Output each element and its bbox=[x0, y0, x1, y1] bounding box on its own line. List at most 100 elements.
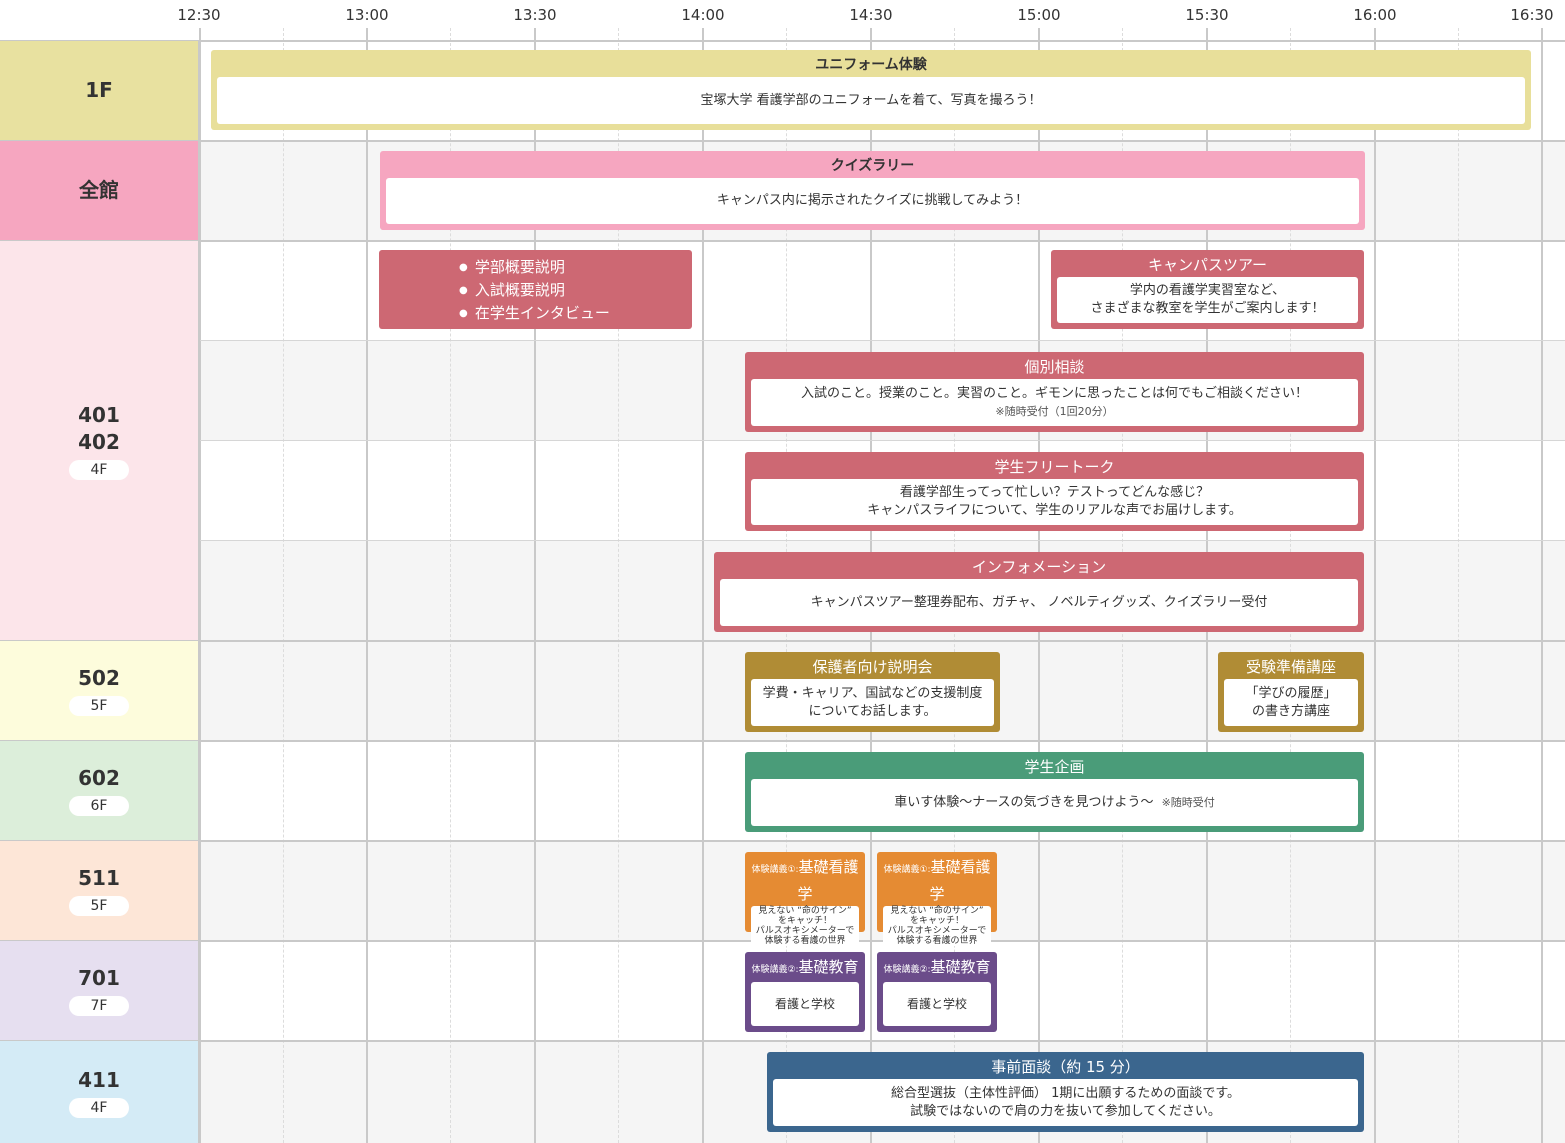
timetable: 12:30 13:00 13:30 14:00 14:30 15:00 15:3… bbox=[0, 0, 1565, 1143]
event-title: クイズラリー bbox=[830, 158, 915, 174]
event-desc-box: キャンパス内に掲示されたクイズに挑戦してみよう！ bbox=[386, 178, 1359, 224]
event-desc-box: 看護学部生ってって忙しい？テストってどんな感じ？ キャンパスライフについて、学生… bbox=[751, 479, 1358, 525]
event-student-plan[interactable]: 学生企画 車いす体験〜ナースの気づきを見つけよう〜 ※随時受付 bbox=[745, 752, 1364, 832]
sub-divider bbox=[200, 540, 1565, 541]
row-divider bbox=[0, 840, 1565, 842]
event-title: キャンパスツアー bbox=[1147, 256, 1268, 274]
room-name: 411 bbox=[78, 1067, 120, 1092]
event-uniform[interactable]: ユニフォーム体験 宝塚大学 看護学部のユニフォームを着て、写真を撮ろう！ bbox=[211, 50, 1531, 130]
event-desc: についてお話します。 bbox=[808, 703, 937, 719]
event-desc: キャンパス内に掲示されたクイズに挑戦してみよう！ bbox=[716, 193, 1029, 208]
event-title-line: 体験講義②:基礎教育 bbox=[883, 955, 991, 982]
event-desc: 学内の看護学実習室など、 bbox=[1129, 283, 1286, 298]
event-desc: 看護と学校 bbox=[906, 997, 967, 1011]
event-consultation[interactable]: 個別相談 入試のこと。授業のこと。実習のこと。ギモンに思ったことは何でもご相談く… bbox=[745, 352, 1364, 432]
event-desc-box: 学内の看護学実習室など、 さまざまな教室を学生がご案内します！ bbox=[1057, 277, 1358, 323]
row-label-401-402: 401 402 4F bbox=[0, 241, 200, 640]
row-divider bbox=[0, 640, 1565, 642]
time-tick: 15:30 bbox=[1185, 6, 1229, 24]
time-tick: 13:30 bbox=[513, 6, 557, 24]
room-name: 1F bbox=[85, 78, 113, 102]
event-briefing[interactable]: 学部概要説明 入試概要説明 在学生インタビュー bbox=[379, 250, 692, 329]
time-tick: 14:00 bbox=[681, 6, 725, 24]
time-tick: 16:30 bbox=[1510, 6, 1554, 24]
event-desc: 総合型選抜（主体性評価） 1期に出願するための面談です。 bbox=[890, 1085, 1241, 1101]
row-label-701: 701 7F bbox=[0, 941, 200, 1040]
event-exam-prep[interactable]: 受験準備講座 「学びの履歴」 の書き方講座 bbox=[1218, 652, 1364, 732]
event-lecture2-a[interactable]: 体験講義②:基礎教育 看護と学校 bbox=[745, 952, 865, 1032]
briefing-list: 学部概要説明 入試概要説明 在学生インタビュー bbox=[379, 250, 692, 325]
gridline bbox=[283, 28, 284, 1143]
event-prefix: 体験講義①: bbox=[751, 865, 799, 875]
floor-badge: 6F bbox=[69, 796, 129, 816]
event-title: 基礎教育 bbox=[930, 958, 991, 976]
event-title: 基礎看護学 bbox=[797, 858, 859, 903]
row-divider bbox=[0, 40, 1565, 42]
event-desc: 体験する看護の世界 bbox=[764, 936, 846, 946]
event-desc: キャンパスツアー整理券配布、ガチャ、 ノベルティグッズ、クイズラリー受付 bbox=[810, 594, 1268, 610]
event-desc: さまざまな教室を学生がご案内します！ bbox=[1090, 301, 1325, 316]
time-tick: 12:30 bbox=[177, 6, 221, 24]
event-desc: 入試のこと。授業のこと。実習のこと。ギモンに思ったことは何でもご相談ください！ bbox=[800, 385, 1308, 401]
gridline bbox=[366, 28, 368, 1143]
event-desc: 看護学部生ってって忙しい？テストってどんな感じ？ bbox=[899, 485, 1210, 500]
event-title: 受験準備講座 bbox=[1245, 658, 1336, 676]
event-desc: 体験する看護の世界 bbox=[896, 936, 978, 946]
row-label-1f: 1F bbox=[0, 41, 200, 140]
event-desc: キャンパスライフについて、学生のリアルな声でお届けします。 bbox=[867, 503, 1242, 518]
row-label-411: 411 4F bbox=[0, 1041, 200, 1143]
event-desc: をキャッチ！ bbox=[909, 916, 964, 926]
floor-badge: 4F bbox=[69, 1097, 129, 1118]
time-tick: 15:00 bbox=[1017, 6, 1061, 24]
event-title: インフォメーション bbox=[971, 558, 1107, 576]
row-divider bbox=[0, 240, 1565, 242]
room-name: 511 bbox=[78, 866, 120, 890]
event-interview[interactable]: 事前面談（約 15 分） 総合型選抜（主体性評価） 1期に出願するための面談です… bbox=[767, 1052, 1364, 1132]
event-title-line: 体験講義①:基礎看護学 bbox=[751, 855, 859, 906]
event-parents-briefing[interactable]: 保護者向け説明会 学費・キャリア、国試などの支援制度 についてお話します。 bbox=[745, 652, 1000, 732]
event-title: 保護者向け説明会 bbox=[812, 658, 933, 676]
event-desc: 車いす体験〜ナースの気づきを見つけよう〜 bbox=[894, 794, 1154, 810]
event-information[interactable]: インフォメーション キャンパスツアー整理券配布、ガチャ、 ノベルティグッズ、クイ… bbox=[714, 552, 1364, 632]
event-title: 学生企画 bbox=[1024, 758, 1085, 776]
event-desc-box: 看護と学校 bbox=[883, 982, 991, 1026]
event-campus-tour[interactable]: キャンパスツアー 学内の看護学実習室など、 さまざまな教室を学生がご案内します！ bbox=[1051, 250, 1364, 329]
floor-badge: 4F bbox=[69, 459, 129, 480]
event-desc-box: 車いす体験〜ナースの気づきを見つけよう〜 ※随時受付 bbox=[751, 779, 1358, 826]
event-desc-box: キャンパスツアー整理券配布、ガチャ、 ノベルティグッズ、クイズラリー受付 bbox=[720, 579, 1358, 626]
room-name: 502 bbox=[78, 666, 120, 690]
event-desc-box: 学費・キャリア、国試などの支援制度 についてお話します。 bbox=[751, 679, 994, 726]
event-lecture2-b[interactable]: 体験講義②:基礎教育 看護と学校 bbox=[877, 952, 997, 1032]
event-desc: 宝塚大学 看護学部のユニフォームを着て、写真を撮ろう！ bbox=[700, 92, 1042, 108]
event-desc-box: 入試のこと。授業のこと。実習のこと。ギモンに思ったことは何でもご相談ください！ … bbox=[751, 379, 1358, 426]
event-note: ※随時受付 bbox=[1161, 795, 1215, 809]
event-lecture1-b[interactable]: 体験講義①:基礎看護学 見えない “命のサイン” をキャッチ！ パルスオキシメー… bbox=[877, 852, 997, 946]
event-desc-box: 見えない “命のサイン” をキャッチ！ パルスオキシメーターで 体験する看護の世… bbox=[883, 906, 991, 946]
event-quiz[interactable]: クイズラリー キャンパス内に掲示されたクイズに挑戦してみよう！ bbox=[380, 151, 1365, 230]
event-desc-box: 看護と学校 bbox=[751, 982, 859, 1026]
event-desc: パルスオキシメーターで bbox=[887, 926, 987, 936]
event-note: ※随時受付（1回20分） bbox=[995, 404, 1114, 418]
time-tick: 13:00 bbox=[345, 6, 389, 24]
briefing-item: 入試概要説明 bbox=[459, 279, 692, 302]
row-label-all: 全館 bbox=[0, 141, 200, 240]
event-desc-box: 総合型選抜（主体性評価） 1期に出願するための面談です。 試験ではないので肩の力… bbox=[773, 1079, 1358, 1126]
time-tick: 16:00 bbox=[1353, 6, 1397, 24]
event-lecture1-a[interactable]: 体験講義①:基礎看護学 見えない “命のサイン” をキャッチ！ パルスオキシメー… bbox=[745, 852, 865, 946]
room-name: 701 bbox=[78, 966, 120, 990]
event-title: 事前面談（約 15 分） bbox=[991, 1058, 1140, 1076]
row-divider bbox=[0, 1040, 1565, 1042]
sub-divider bbox=[200, 440, 1565, 441]
event-desc: 学費・キャリア、国試などの支援制度 bbox=[762, 685, 983, 701]
event-title: ユニフォーム体験 bbox=[815, 57, 927, 73]
event-free-talk[interactable]: 学生フリートーク 看護学部生ってって忙しい？テストってどんな感じ？ キャンパスラ… bbox=[745, 452, 1364, 531]
floor-badge: 7F bbox=[69, 996, 129, 1016]
row-divider bbox=[0, 140, 1565, 142]
event-title: 基礎教育 bbox=[798, 958, 859, 976]
floor-badge: 5F bbox=[69, 896, 129, 916]
event-desc-line: 車いす体験〜ナースの気づきを見つけよう〜 ※随時受付 bbox=[894, 794, 1215, 812]
row-label-511: 511 5F bbox=[0, 841, 200, 940]
briefing-item: 在学生インタビュー bbox=[459, 302, 692, 325]
row-label-502: 502 5F bbox=[0, 641, 200, 740]
briefing-item: 学部概要説明 bbox=[459, 256, 692, 279]
